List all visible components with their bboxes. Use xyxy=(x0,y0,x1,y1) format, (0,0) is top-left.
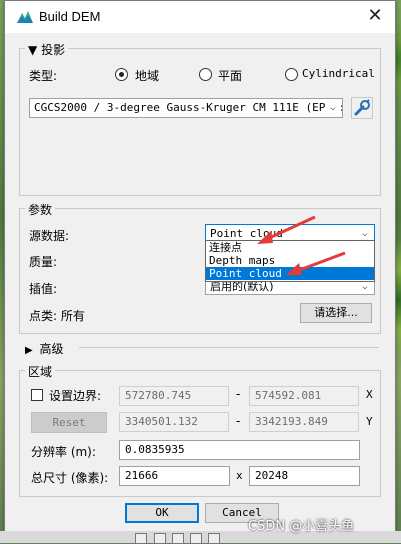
chevron-down-icon: ⌵ xyxy=(326,99,340,115)
projection-group-header[interactable]: ▼ 投影 xyxy=(25,41,69,58)
close-icon[interactable]: ✕ xyxy=(363,5,387,27)
toolbar-button[interactable] xyxy=(190,533,202,544)
x-max-field[interactable]: 574592.081 xyxy=(249,386,359,406)
ok-button-label: OK xyxy=(155,506,169,519)
crs-select[interactable]: CGCS2000 / 3-degree Gauss-Kruger CM 111E… xyxy=(29,98,343,118)
radio-selected-dot xyxy=(119,72,124,77)
expand-right-icon: ▶ xyxy=(25,345,33,356)
crs-tool-button[interactable] xyxy=(351,97,373,119)
set-bounds-label[interactable]: 设置边界: xyxy=(49,387,101,404)
app-logo-icon xyxy=(17,11,33,23)
ok-button[interactable]: OK xyxy=(125,503,199,523)
radio-cylindrical-label[interactable]: Cylindrical xyxy=(302,67,375,80)
reset-button[interactable]: Reset xyxy=(31,412,107,433)
size-width-field[interactable]: 21666 xyxy=(119,466,230,486)
collapse-down-icon: ▼ xyxy=(28,43,38,57)
x-range-dash: - xyxy=(236,387,241,401)
set-bounds-checkbox[interactable] xyxy=(31,389,43,401)
window-title: Build DEM xyxy=(39,9,101,24)
size-separator: x xyxy=(236,469,243,482)
resolution-field[interactable]: 0.0835935 xyxy=(119,440,360,460)
toolbar-button[interactable] xyxy=(208,533,220,544)
size-height-field[interactable]: 20248 xyxy=(249,466,360,486)
radio-geographic-label[interactable]: 地域 xyxy=(135,67,159,84)
projection-group-label: 投影 xyxy=(41,43,66,57)
toolbar-button[interactable] xyxy=(172,533,184,544)
total-size-label: 总尺寸 (像素): xyxy=(31,471,109,485)
y-axis-label: Y xyxy=(366,415,373,428)
toolbar-button[interactable] xyxy=(135,533,147,544)
watermark: CSDN @小喜头鱼 xyxy=(248,519,355,534)
toolbar-button[interactable] xyxy=(154,533,166,544)
y-min-field[interactable]: 3340501.132 xyxy=(119,412,229,432)
radio-cylindrical[interactable] xyxy=(285,68,298,81)
title-bar: Build DEM ✕ xyxy=(5,1,395,33)
radio-planar[interactable] xyxy=(199,68,212,81)
region-group-label: 区域 xyxy=(25,363,56,380)
x-min-field[interactable]: 572780.745 xyxy=(119,386,229,406)
advanced-label: 高级 xyxy=(39,342,64,356)
y-range-dash: - xyxy=(236,414,241,428)
build-dem-dialog: Build DEM ✕ ▼ 投影 类型: 地域 平面 Cylindrical C… xyxy=(4,0,396,532)
radio-geographic[interactable] xyxy=(115,68,128,81)
y-max-field[interactable]: 3342193.849 xyxy=(249,412,359,432)
radio-planar-label[interactable]: 平面 xyxy=(218,67,242,84)
resolution-label: 分辨率 (m): xyxy=(31,445,96,459)
x-axis-label: X xyxy=(366,388,373,401)
type-label: 类型: xyxy=(29,69,58,83)
crs-value: CGCS2000 / 3-degree Gauss-Kruger CM 111E… xyxy=(34,101,343,114)
wrench-icon xyxy=(354,99,370,116)
advanced-section-header[interactable]: ▶ 高级 xyxy=(25,340,64,357)
reset-button-label: Reset xyxy=(52,416,86,429)
advanced-divider xyxy=(79,347,379,348)
